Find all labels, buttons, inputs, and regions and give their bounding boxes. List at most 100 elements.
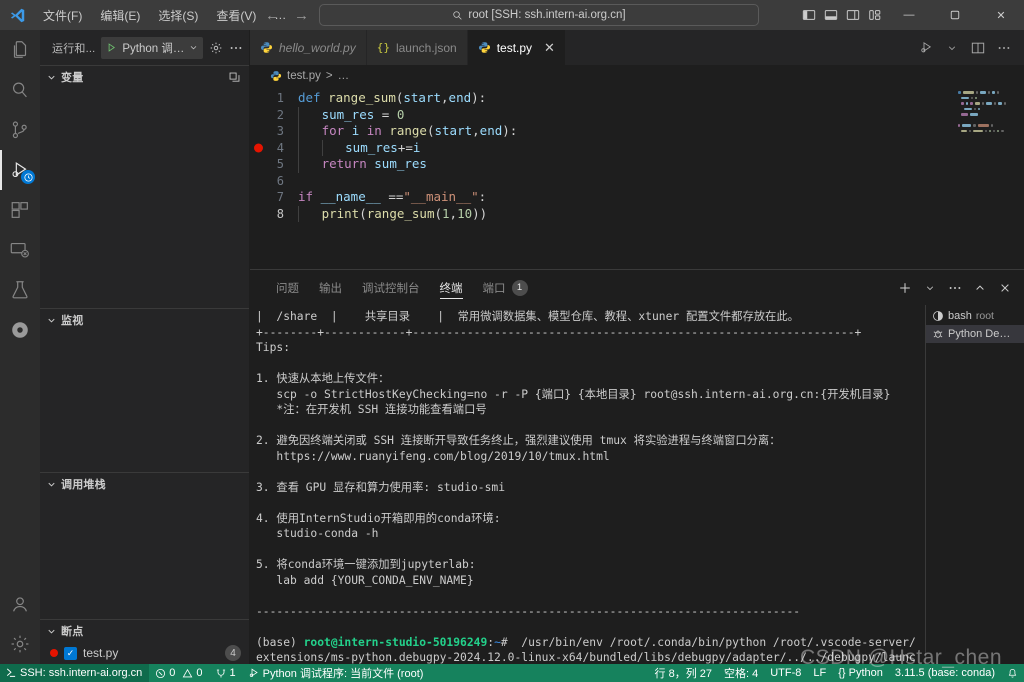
line-number[interactable]: 7 xyxy=(250,189,298,206)
activitybar-source-control[interactable] xyxy=(0,110,40,150)
status-debug-target[interactable]: Python 调试程序: 当前文件 (root) xyxy=(242,664,430,682)
bell-icon[interactable] xyxy=(1001,668,1024,679)
activitybar-search[interactable] xyxy=(0,70,40,110)
activitybar-accounts[interactable] xyxy=(0,584,40,624)
chevron-down-icon[interactable] xyxy=(940,33,964,63)
line-number[interactable]: 3 xyxy=(250,123,298,140)
arrow-right-icon[interactable]: → xyxy=(294,8,309,23)
breadcrumb-tail[interactable]: … xyxy=(338,70,350,82)
panel-tab-bar: 问题 输出 调试控制台 终端 端口 1 xyxy=(250,270,1024,305)
pane-breakpoints-header[interactable]: 断点 xyxy=(40,620,249,642)
panel-more-actions-button[interactable] xyxy=(944,276,966,300)
copy-icon[interactable] xyxy=(228,71,241,84)
pane-variables-header[interactable]: 变量 xyxy=(40,66,249,88)
line-number[interactable]: 1 xyxy=(250,90,298,107)
code-line: 2 sum_res = 0 xyxy=(250,106,1024,124)
pane-callstack-body xyxy=(40,495,249,619)
terminal-list-item-bash[interactable]: bash root xyxy=(926,307,1024,325)
status-language-mode[interactable]: {} Python xyxy=(832,667,889,679)
status-problems[interactable]: 0 0 xyxy=(149,664,208,682)
close-icon[interactable]: ✕ xyxy=(544,41,555,54)
window-maximize-button[interactable] xyxy=(932,0,978,30)
activitybar-settings[interactable] xyxy=(0,624,40,664)
pane-breakpoints-title: 断点 xyxy=(61,626,84,638)
panel-tab-terminal[interactable]: 终端 xyxy=(430,270,473,305)
menu-file[interactable]: 文件(F) xyxy=(34,3,91,28)
panel-tab-label: 问题 xyxy=(276,282,299,295)
gear-icon[interactable] xyxy=(209,41,223,55)
code-line: 6 xyxy=(250,173,1024,190)
terminal-output[interactable]: | /share | 共享目录 | 常用微调数据集、模型仓库、教程、xtuner… xyxy=(250,305,925,664)
pane-watch-body xyxy=(40,331,249,472)
line-number[interactable]: 5 xyxy=(250,156,298,173)
window-minimize-button[interactable]: — xyxy=(886,0,932,30)
pane-callstack-header[interactable]: 调用堆栈 xyxy=(40,473,249,495)
code-editor[interactable]: 1 def range_sum(start,end): 2 sum_res = 03… xyxy=(250,87,1024,269)
tab-hello-world-py[interactable]: hello_world.py xyxy=(250,30,367,65)
panel-tab-output[interactable]: 输出 xyxy=(309,270,352,305)
pane-variables-title: 变量 xyxy=(61,72,84,84)
activitybar-remote-explorer[interactable] xyxy=(0,230,40,270)
panel-tab-ports[interactable]: 端口 1 xyxy=(473,270,538,305)
breakpoint-row[interactable]: ✓ test.py 4 xyxy=(40,642,249,664)
panel-tab-label: 终端 xyxy=(439,282,463,295)
line-number[interactable]: 8 xyxy=(250,206,298,223)
terminal-line: lab add {YOUR_CONDA_ENV_NAME} xyxy=(256,573,474,587)
status-debug-label: Python 调试程序: 当前文件 (root) xyxy=(262,668,424,680)
activitybar-testing[interactable] xyxy=(0,270,40,310)
status-python-interpreter[interactable]: 3.11.5 (base: conda) xyxy=(889,667,1001,679)
code-text: for i in range(start,end): xyxy=(298,123,1024,140)
line-number[interactable]: 6 xyxy=(250,173,298,190)
code-text: return sum_res xyxy=(298,156,1024,173)
status-indentation[interactable]: 空格: 4 xyxy=(718,665,764,681)
toggle-primary-sidebar-button[interactable] xyxy=(798,0,820,30)
editor-vertical-scrollbar[interactable] xyxy=(1010,87,1024,269)
run-python-file-button[interactable] xyxy=(914,33,938,63)
toggle-panel-button[interactable] xyxy=(820,0,842,30)
panel-tab-problems[interactable]: 问题 xyxy=(266,270,309,305)
terminal-list-item-python-debug[interactable]: Python De… xyxy=(926,325,1024,343)
status-ports[interactable]: 1 xyxy=(209,664,242,682)
activitybar-extensions[interactable] xyxy=(0,190,40,230)
ellipsis-icon[interactable] xyxy=(229,41,243,55)
arrow-left-icon[interactable]: ← xyxy=(265,8,280,23)
new-terminal-button[interactable] xyxy=(894,276,916,300)
python-icon xyxy=(478,41,491,54)
breakpoint-dot-icon[interactable] xyxy=(254,143,263,153)
status-encoding[interactable]: UTF-8 xyxy=(764,667,807,679)
code-text: sum_res = 0 xyxy=(298,106,1024,123)
terminal-line: studio-conda -h xyxy=(256,527,379,540)
breakpoint-checkbox[interactable]: ✓ xyxy=(64,646,77,660)
panel-tab-debug-console[interactable]: 调试控制台 xyxy=(352,270,430,305)
line-number[interactable]: 4 xyxy=(250,140,298,157)
status-eol[interactable]: LF xyxy=(807,667,832,679)
tab-launch-json[interactable]: {} launch.json xyxy=(366,30,468,65)
activitybar-run-and-debug[interactable] xyxy=(0,150,40,190)
terminal-line: 5. 将conda环境一键添加到jupyterlab: xyxy=(256,558,476,571)
panel-tab-label: 端口 xyxy=(482,282,506,295)
status-cursor-position[interactable]: 行 8，列 27 xyxy=(649,665,718,681)
activitybar-copilot[interactable] xyxy=(0,310,40,350)
editor-more-actions-button[interactable] xyxy=(992,33,1016,63)
line-number[interactable]: 2 xyxy=(250,107,298,124)
menu-selection[interactable]: 选择(S) xyxy=(149,3,207,28)
customize-layout-button[interactable] xyxy=(864,0,886,30)
terminal-profile-chevron[interactable] xyxy=(919,276,941,300)
status-bar: SSH: ssh.intern-ai.org.cn 0 0 1 Python 调… xyxy=(0,664,1024,682)
maximize-panel-button[interactable] xyxy=(969,276,991,300)
debug-configuration-select[interactable]: Python 调… xyxy=(101,36,204,59)
quick-input-bar[interactable]: root [SSH: ssh.intern-ai.org.cn] xyxy=(319,4,759,26)
status-remote-indicator[interactable]: SSH: ssh.intern-ai.org.cn xyxy=(0,664,150,682)
close-panel-button[interactable] xyxy=(994,276,1016,300)
chevron-down-icon xyxy=(46,315,57,326)
tab-test-py[interactable]: test.py ✕ xyxy=(467,30,566,65)
menu-view[interactable]: 查看(V) xyxy=(207,3,265,28)
breadcrumb-file[interactable]: test.py xyxy=(287,70,321,82)
window-close-button[interactable]: ✕ xyxy=(978,0,1024,30)
menu-edit[interactable]: 编辑(E) xyxy=(91,3,149,28)
split-editor-button[interactable] xyxy=(966,33,990,63)
pane-watch-header[interactable]: 监视 xyxy=(40,309,249,331)
activitybar-explorer[interactable] xyxy=(0,30,40,70)
toggle-secondary-sidebar-button[interactable] xyxy=(842,0,864,30)
panel-tab-label: 调试控制台 xyxy=(362,282,420,295)
